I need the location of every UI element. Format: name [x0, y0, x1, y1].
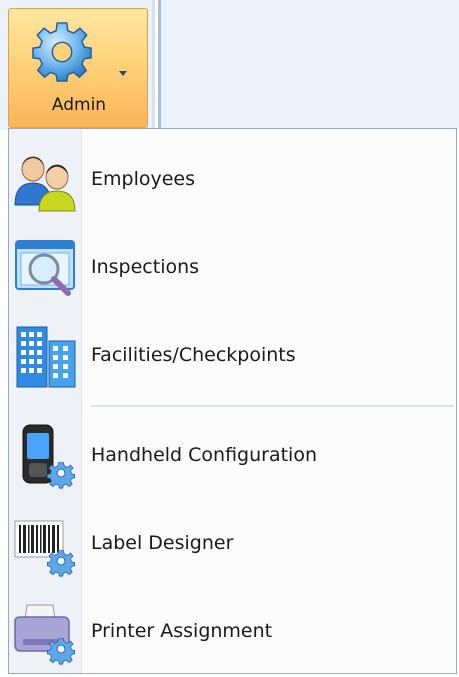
admin-dropdown-menu: Employees Inspections Facilities/Checkpo…	[8, 128, 457, 674]
menu-item-label: Inspections	[91, 256, 200, 278]
menu-item-label: Printer Assignment	[91, 620, 273, 642]
menu-item-printer-assignment[interactable]: Printer Assignment	[9, 589, 456, 673]
admin-menu-button[interactable]: Admin	[8, 8, 148, 128]
handheld-device-icon	[22, 424, 76, 489]
gear-icon	[32, 22, 92, 82]
barcode-icon	[14, 520, 76, 577]
inspections-icon	[15, 240, 75, 296]
menu-separator	[91, 405, 454, 407]
menu-item-inspections[interactable]: Inspections	[9, 225, 456, 309]
ribbon-bar: Admin	[0, 0, 459, 130]
menu-item-label: Label Designer	[91, 532, 234, 554]
printer-icon	[14, 604, 76, 665]
admin-button-label: Admin	[51, 95, 107, 115]
menu-item-label: Handheld Configuration	[91, 444, 317, 466]
menu-item-label-designer[interactable]: Label Designer	[9, 501, 456, 585]
menu-item-handheld-configuration[interactable]: Handheld Configuration	[9, 413, 456, 497]
chevron-down-icon	[119, 71, 127, 76]
menu-item-facilities-checkpoints[interactable]: Facilities/Checkpoints	[9, 313, 456, 397]
buildings-icon	[16, 326, 76, 388]
employees-icon	[14, 156, 76, 212]
menu-item-label: Facilities/Checkpoints	[91, 344, 296, 366]
ribbon-group-separator	[152, 0, 166, 130]
menu-item-label: Employees	[91, 168, 195, 190]
menu-item-employees[interactable]: Employees	[9, 137, 456, 221]
